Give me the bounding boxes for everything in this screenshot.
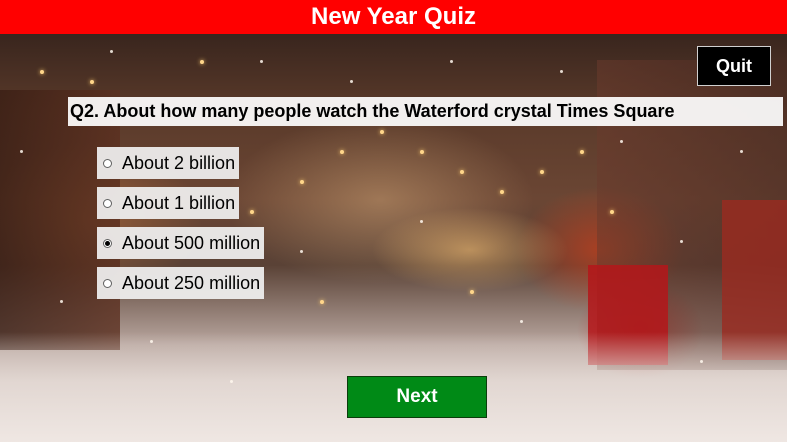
- snowflake: [700, 360, 703, 363]
- snowflake: [450, 60, 453, 63]
- building-left: [0, 90, 120, 350]
- snowflake: [560, 70, 563, 73]
- light-bulb: [320, 300, 324, 304]
- quiz-window: New Year Quiz Quit Q2. About how many pe…: [0, 0, 787, 442]
- light-bulb: [540, 170, 544, 174]
- question-text: Q2. About how many people watch the Wate…: [68, 97, 783, 126]
- snowflake: [300, 250, 303, 253]
- light-bulb: [500, 190, 504, 194]
- next-button[interactable]: Next: [347, 376, 487, 418]
- snowflake: [60, 300, 63, 303]
- light-bulb: [470, 290, 474, 294]
- quit-button[interactable]: Quit: [697, 46, 771, 86]
- page-title: New Year Quiz: [311, 3, 476, 30]
- answer-option-label: About 2 billion: [122, 152, 236, 173]
- answer-option-1[interactable]: About 2 billion: [97, 147, 240, 179]
- snowflake: [230, 380, 233, 383]
- answer-option-4[interactable]: About 250 million: [97, 267, 265, 299]
- light-bulb: [250, 210, 254, 214]
- snowflake: [740, 150, 743, 153]
- snowflake: [110, 50, 113, 53]
- snowflake: [260, 60, 263, 63]
- radio-button[interactable]: [103, 158, 112, 168]
- light-bulb: [300, 180, 304, 184]
- light-bulb: [340, 150, 344, 154]
- light-bulb: [580, 150, 584, 154]
- title-bar: New Year Quiz: [0, 0, 787, 34]
- light-bulb: [460, 170, 464, 174]
- snowflake: [20, 150, 23, 153]
- snowflake: [420, 220, 423, 223]
- answer-option-3[interactable]: About 500 million: [97, 227, 265, 259]
- snowflake: [620, 140, 623, 143]
- snowflake: [150, 340, 153, 343]
- answer-option-label: About 1 billion: [122, 192, 236, 213]
- answer-option-2[interactable]: About 1 billion: [97, 187, 240, 219]
- snowflake: [680, 240, 683, 243]
- snowflake: [350, 80, 353, 83]
- radio-button[interactable]: [103, 278, 112, 288]
- light-bulb: [200, 60, 204, 64]
- answer-option-label: About 250 million: [122, 272, 261, 293]
- radio-button[interactable]: [103, 238, 112, 248]
- light-bulb: [40, 70, 44, 74]
- light-bulb: [420, 150, 424, 154]
- snowflake: [520, 320, 523, 323]
- light-bulb: [610, 210, 614, 214]
- answer-option-label: About 500 million: [122, 232, 261, 253]
- light-bulb: [90, 80, 94, 84]
- light-bulb: [380, 130, 384, 134]
- radio-button[interactable]: [103, 198, 112, 208]
